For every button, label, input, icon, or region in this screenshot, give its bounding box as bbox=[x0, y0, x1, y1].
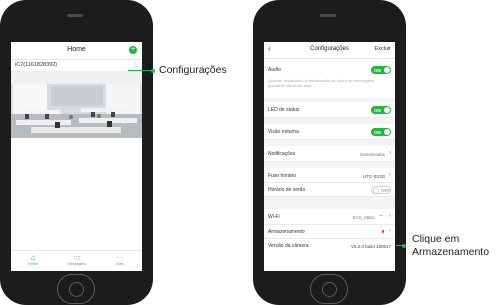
callout-dot-settings bbox=[151, 68, 155, 73]
chevron-right-icon: › bbox=[389, 172, 391, 178]
daylight-toggle-text: OFF bbox=[381, 188, 390, 193]
divider bbox=[264, 118, 395, 124]
daylight-saving-label: Horário de verão bbox=[268, 187, 306, 193]
divider bbox=[264, 162, 395, 168]
callout-armazenamento: Clique em Armazenamento bbox=[412, 233, 489, 259]
storage-label: Armazenamento bbox=[268, 229, 305, 235]
chevron-right-icon: › bbox=[389, 213, 391, 219]
night-vision-label: Visão noturna bbox=[268, 129, 299, 135]
settings-header: ‹ Configurações Excluir bbox=[264, 42, 395, 59]
led-status-label: LED de status bbox=[268, 107, 300, 113]
plus-icon[interactable]: + bbox=[129, 46, 137, 54]
tab-more[interactable]: ··· Mais bbox=[98, 253, 142, 266]
led-status-toggle[interactable]: ON bbox=[371, 106, 391, 114]
tab-home[interactable]: ⌂ Home bbox=[11, 253, 55, 266]
wifi-label: Wi-Fi bbox=[268, 214, 280, 220]
camera-version-value: V5.2.0 build 180517 bbox=[350, 243, 391, 249]
timezone-label: Fuso horário bbox=[268, 173, 297, 179]
divider bbox=[264, 98, 395, 102]
audio-label: Áudio bbox=[268, 67, 281, 73]
callout-armazenamento-line1: Clique em bbox=[412, 233, 460, 245]
message-icon: ▭ bbox=[73, 253, 81, 262]
delete-button[interactable]: Excluir bbox=[374, 46, 391, 52]
callout-armazenamento-line2: Armazenamento bbox=[412, 246, 490, 258]
settings-screen: ‹ Configurações Excluir Áudio ON Quando … bbox=[264, 42, 395, 271]
phone-home-button bbox=[310, 274, 348, 304]
phone-speaker bbox=[320, 14, 336, 17]
setting-night-vision: Visão noturna ON bbox=[264, 125, 395, 140]
home-title: Home bbox=[67, 46, 86, 53]
setting-timezone[interactable]: Fuso horário UTC-03:00 › bbox=[264, 169, 395, 183]
chevron-right-icon: › bbox=[389, 228, 391, 234]
tab-home-label: Home bbox=[28, 262, 38, 266]
callout-configuracoes: Configurações bbox=[159, 64, 227, 76]
phone-home-button bbox=[57, 274, 95, 304]
alert-dot-icon bbox=[381, 230, 384, 233]
tab-messages-label: Mensagens bbox=[67, 262, 87, 266]
phone-settings: ‹ Configurações Excluir Áudio ON Quando … bbox=[253, 0, 406, 305]
setting-camera-version: Versão da câmera V5.2.0 build 180517 bbox=[264, 239, 395, 252]
home-header: Home + bbox=[11, 42, 142, 60]
camera-preview-image[interactable] bbox=[11, 72, 142, 138]
bottom-tab-bar: ⌂ Home ▭ Mensagens ··· Mais bbox=[11, 250, 142, 271]
setting-wifi[interactable]: Wi-Fi EAS_Mitac ⌔ › bbox=[264, 210, 395, 225]
tab-messages[interactable]: ▭ Mensagens bbox=[55, 253, 99, 266]
led-toggle-text: ON bbox=[374, 107, 381, 113]
audio-toggle-text: ON bbox=[374, 67, 381, 73]
setting-notifications[interactable]: Notificações Desativadas › bbox=[264, 147, 395, 162]
night-vision-toggle-text: ON bbox=[374, 129, 381, 135]
gear-icon[interactable]: ⋮ bbox=[132, 61, 138, 68]
night-vision-toggle[interactable]: ON bbox=[371, 128, 391, 136]
notifications-value: Desativadas bbox=[360, 151, 385, 157]
home-screen: Home + iC7(1161828392) ⋮ ⌂ Home ▭ Mensag… bbox=[11, 42, 142, 271]
setting-daylight-saving: Horário de verão OFF bbox=[264, 183, 395, 197]
phone-home: Home + iC7(1161828392) ⋮ ⌂ Home ▭ Mensag… bbox=[0, 0, 153, 305]
home-icon: ⌂ bbox=[30, 253, 36, 262]
timezone-value: UTC-03:00 bbox=[362, 173, 385, 179]
wifi-icon: ⌔ bbox=[378, 215, 384, 221]
more-icon: ··· bbox=[116, 253, 124, 262]
callout-dot-storage bbox=[402, 243, 406, 248]
wifi-value: EAS_Mitac bbox=[352, 214, 375, 220]
audio-description: Quando desativado, a visualização ao viv… bbox=[268, 78, 375, 88]
setting-audio: Áudio ON bbox=[264, 64, 395, 76]
divider bbox=[264, 197, 395, 209]
tab-more-label: Mais bbox=[116, 262, 124, 266]
notifications-label: Notificações bbox=[268, 151, 296, 157]
divider bbox=[264, 140, 395, 146]
chevron-right-icon: › bbox=[389, 150, 391, 156]
phone-speaker bbox=[67, 14, 83, 17]
audio-toggle[interactable]: ON bbox=[371, 66, 391, 74]
setting-led-status: LED de status ON bbox=[264, 103, 395, 118]
daylight-saving-toggle[interactable]: OFF bbox=[371, 186, 391, 194]
device-name: iC7(1161828392) bbox=[15, 62, 58, 68]
setting-storage[interactable]: Armazenamento › bbox=[264, 225, 395, 239]
camera-version-label: Versão da câmera bbox=[268, 243, 309, 249]
device-row[interactable]: iC7(1161828392) ⋮ bbox=[11, 60, 142, 72]
